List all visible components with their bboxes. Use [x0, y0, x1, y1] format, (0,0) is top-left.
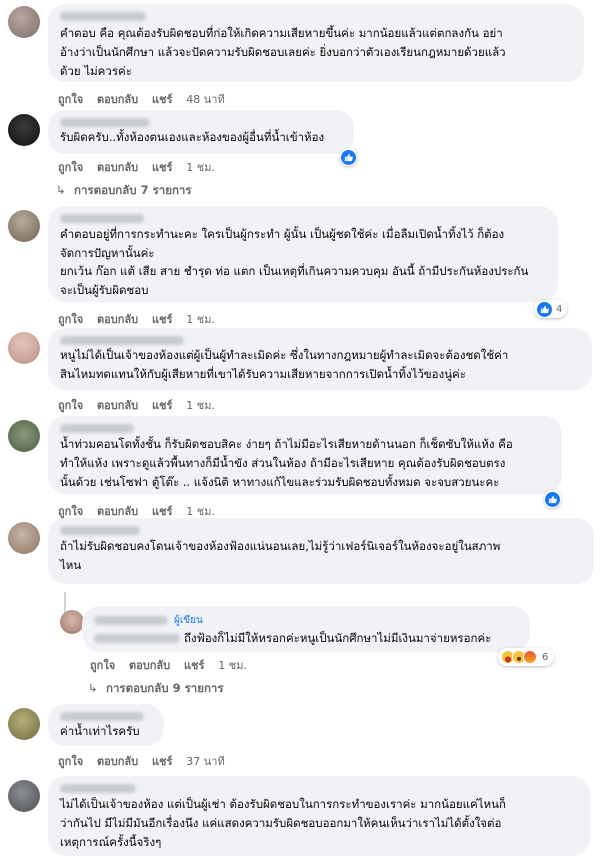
share-button[interactable]: แชร์	[152, 399, 172, 412]
reply-button[interactable]: ตอบกลับ	[129, 659, 170, 672]
comment-actions: ถูกใจ ตอบกลับ แชร์ 1 ชม.	[58, 310, 225, 328]
share-button[interactable]: แชร์	[152, 93, 172, 106]
comment-text: คำตอบ คือ คุณต้องรับผิดชอบที่ก่อให้เกิดค…	[60, 26, 506, 78]
comment-timestamp[interactable]: 1 ชม.	[218, 659, 247, 672]
share-button[interactable]: แชร์	[152, 755, 172, 768]
like-button[interactable]: ถูกใจ	[90, 659, 115, 672]
view-replies-link[interactable]: ↳ การตอบกลับ 9 รายการ	[88, 680, 224, 698]
like-button[interactable]: ถูกใจ	[58, 505, 83, 518]
reaction-badge[interactable]	[544, 490, 561, 508]
comment-actions: ถูกใจ ตอบกลับ แชร์ 1 ชม.	[58, 158, 225, 176]
like-reaction-icon	[341, 149, 356, 165]
share-button[interactable]: แชร์	[152, 505, 172, 518]
reply-button[interactable]: ตอบกลับ	[97, 399, 138, 412]
comment-actions: ถูกใจ ตอบกลับ แชร์ 37 นาที	[58, 752, 235, 770]
avatar[interactable]	[8, 114, 40, 146]
like-button[interactable]: ถูกใจ	[58, 93, 83, 106]
comment-bubble: หนูไม่ได้เป็นเจ้าของห้องแต่ผู้เป็นผู้ทำล…	[48, 328, 592, 390]
comment-bubble: รับผิดครับ..ทั้งห้องตนเองและห้องของผู้อื…	[48, 110, 354, 154]
mention-name-blurred[interactable]	[94, 634, 180, 643]
reply-button[interactable]: ตอบกลับ	[97, 93, 138, 106]
view-replies-label: การตอบกลับ 9 รายการ	[106, 681, 224, 695]
avatar[interactable]	[8, 420, 40, 452]
share-button[interactable]: แชร์	[152, 161, 172, 174]
avatar[interactable]	[8, 708, 40, 740]
comment-text: รับผิดครับ..ทั้งห้องตนเองและห้องของผู้อื…	[60, 130, 325, 144]
reply-text: ถึงฟ้องก็ไม่มีให้หรอกค่ะหนูเป็นนักศึกษาไ…	[184, 631, 492, 645]
comment-bubble: ไม่ได้เป็นเจ้าของห้อง แต่เป็นผู้เช่า ต้อ…	[48, 776, 590, 856]
like-reaction-icon	[545, 491, 560, 507]
reaction-count: 6	[542, 651, 549, 663]
comment-timestamp[interactable]: 1 ชม.	[186, 505, 215, 518]
comment-text: ถ้าไม่รับผิดชอบคงโดนเจ้าของห้องฟ้องแน่นอ…	[60, 539, 501, 572]
comment-bubble: คำตอบ คือ คุณต้องรับผิดชอบที่ก่อให้เกิดค…	[48, 4, 584, 82]
reply-button[interactable]: ตอบกลับ	[97, 505, 138, 518]
avatar[interactable]	[8, 210, 40, 242]
reaction-badge[interactable]: 4	[534, 300, 568, 318]
avatar[interactable]	[8, 332, 40, 364]
commenter-name-blurred[interactable]	[60, 526, 140, 535]
comment-text: คำตอบอยู่ที่การกระทำนะคะ ใครเป็นผู้กระทำ…	[60, 227, 529, 297]
commenter-name-blurred[interactable]	[60, 424, 134, 433]
reply-button[interactable]: ตอบกลับ	[97, 755, 138, 768]
reaction-badge[interactable]: 6	[498, 648, 555, 666]
commenter-name-blurred[interactable]	[60, 118, 150, 127]
reply-actions: ถูกใจ ตอบกลับ แชร์ 1 ชม.	[90, 656, 257, 674]
comment-timestamp[interactable]: 37 นาที	[186, 755, 224, 768]
comment-bubble: คำตอบอยู่ที่การกระทำนะคะ ใครเป็นผู้กระทำ…	[48, 206, 558, 302]
reply-button[interactable]: ตอบกลับ	[97, 161, 138, 174]
commenter-name-blurred[interactable]	[60, 214, 144, 223]
comment-bubble: ถ้าไม่รับผิดชอบคงโดนเจ้าของห้องฟ้องแน่นอ…	[48, 518, 594, 584]
avatar[interactable]	[8, 780, 40, 812]
comment-timestamp[interactable]: 1 ชม.	[186, 399, 215, 412]
like-button[interactable]: ถูกใจ	[58, 313, 83, 326]
reaction-count: 4	[556, 303, 563, 315]
reaction-badge[interactable]	[340, 148, 357, 166]
view-replies-link[interactable]: ↳ การตอบกลับ 7 รายการ	[56, 182, 192, 200]
commenter-name-blurred[interactable]	[60, 712, 144, 721]
commenter-name-blurred[interactable]	[60, 336, 184, 345]
comment-actions: ถูกใจ ตอบกลับ แชร์ 1 ชม.	[58, 396, 225, 414]
reply-arrow-icon: ↳	[88, 681, 98, 695]
comment-timestamp[interactable]: 1 ชม.	[186, 161, 215, 174]
commenter-name-blurred[interactable]	[60, 784, 136, 793]
angry-reaction-icon	[523, 650, 537, 664]
share-button[interactable]: แชร์	[152, 313, 172, 326]
reply-body: ถึงฟ้องก็ไม่มีให้หรอกค่ะหนูเป็นนักศึกษาไ…	[94, 629, 518, 648]
view-replies-label: การตอบกลับ 7 รายการ	[74, 183, 192, 197]
avatar[interactable]	[8, 6, 40, 38]
comment-bubble: น้ำท่วมคอนโดทั้งชั้น ก็รับผิดชอบสิคะ ง่า…	[48, 416, 562, 494]
comment-text: ค่าน้ำเท่าไรครับ	[60, 724, 140, 738]
share-button[interactable]: แชร์	[184, 659, 204, 672]
like-button[interactable]: ถูกใจ	[58, 161, 83, 174]
like-reaction-icon	[537, 301, 552, 317]
reply-header: ผู้เขียน	[94, 613, 518, 628]
avatar[interactable]	[60, 610, 84, 634]
reply-arrow-icon: ↳	[56, 183, 66, 197]
comment-actions: ถูกใจ ตอบกลับ แชร์ 48 นาที	[58, 90, 235, 108]
comment-text: ไม่ได้เป็นเจ้าของห้อง แต่เป็นผู้เช่า ต้อ…	[60, 797, 506, 849]
like-button[interactable]: ถูกใจ	[58, 755, 83, 768]
commenter-name-blurred[interactable]	[60, 12, 146, 21]
reply-button[interactable]: ตอบกลับ	[97, 313, 138, 326]
comment-text: น้ำท่วมคอนโดทั้งชั้น ก็รับผิดชอบสิคะ ง่า…	[60, 437, 513, 489]
reply-bubble: ผู้เขียน ถึงฟ้องก็ไม่มีให้หรอกค่ะหนูเป็น…	[82, 606, 530, 652]
comment-text: หนูไม่ได้เป็นเจ้าของห้องแต่ผู้เป็นผู้ทำล…	[60, 348, 509, 381]
author-badge: ผู้เขียน	[174, 615, 203, 626]
comment-bubble: ค่าน้ำเท่าไรครับ	[48, 704, 164, 746]
comment-timestamp[interactable]: 1 ชม.	[186, 313, 215, 326]
like-button[interactable]: ถูกใจ	[58, 399, 83, 412]
avatar[interactable]	[8, 522, 40, 554]
commenter-name-blurred[interactable]	[94, 616, 168, 625]
comment-timestamp[interactable]: 48 นาที	[186, 93, 224, 106]
